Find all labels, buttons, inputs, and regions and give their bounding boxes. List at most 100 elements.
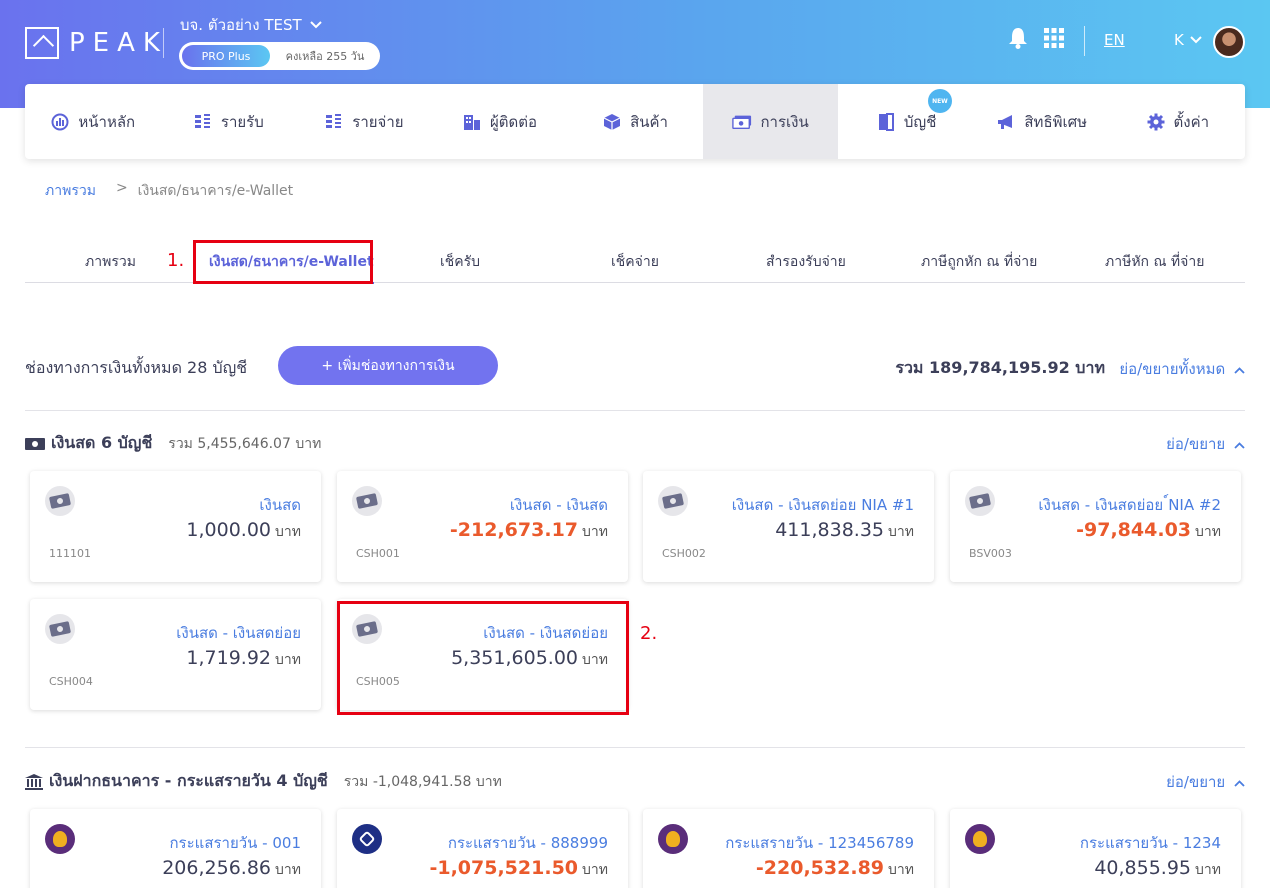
chevron-down-icon (1190, 36, 1202, 44)
income-icon (194, 113, 210, 128)
account-name: กระแสรายวัน - 1234 (1079, 834, 1221, 852)
bell-icon[interactable] (1008, 27, 1028, 49)
account-card[interactable]: เงินสด - เงินสดย่อย 1,719.92 บาท CSH004 (30, 599, 321, 710)
account-card[interactable]: กระแสรายวัน - 1234 40,855.95 บาท (950, 809, 1241, 888)
toggle-label: ย่อ/ขยาย (1166, 773, 1226, 791)
account-code: CSH002 (662, 547, 706, 560)
account-card[interactable]: กระแสรายวัน - 001 206,256.86 บาท (30, 809, 321, 888)
collapse-all-link[interactable]: ย่อ/ขยายทั้งหมด (1119, 357, 1245, 381)
plan-remaining: คงเหลือ 255 วัน (285, 50, 365, 63)
divider (25, 410, 1245, 411)
product-box-icon (603, 113, 621, 130)
nav-label: หน้าหลัก (78, 112, 136, 131)
nav-item-home[interactable]: หน้าหลัก (25, 84, 161, 159)
apps-grid-icon[interactable] (1044, 28, 1064, 48)
account-balance: -212,673.17 บาท (449, 519, 608, 541)
nav-item-settings[interactable]: ตั้งค่า (1110, 84, 1246, 159)
cash-section-toggle[interactable]: ย่อ/ขยาย (1166, 432, 1245, 456)
peak-logo[interactable]: PEAK (25, 27, 168, 59)
accounts-summary: ช่องทางการเงินทั้งหมด 28 บัญชี + เพิ่มช่… (25, 346, 1245, 386)
finance-money-icon (732, 115, 752, 129)
bank-logo-icon (352, 824, 382, 854)
subtab-wht-deducted[interactable]: ภาษีถูกหัก ณ ที่จ่าย (921, 251, 1037, 273)
annotation-highlight-box (337, 601, 629, 715)
nav-item-privileges[interactable]: สิทธิพิเศษ (974, 84, 1110, 159)
language-switch-link[interactable]: EN (1104, 31, 1125, 49)
account-name: เงินสด - เงินสดย่อย (176, 624, 301, 642)
nav-label: ตั้งค่า (1173, 112, 1210, 131)
nav-item-income[interactable]: รายรับ (161, 84, 297, 159)
account-balance: 1,719.92 บาท (186, 647, 301, 669)
chevron-up-icon (1234, 442, 1245, 449)
breadcrumb-root-link[interactable]: ภาพรวม (45, 180, 96, 202)
annotation-step-2: 2. (640, 623, 658, 644)
account-code: BSV003 (969, 547, 1012, 560)
user-menu[interactable]: K (1174, 31, 1202, 49)
bank-logo-icon (45, 824, 75, 854)
nav-label: รายจ่าย (352, 112, 404, 131)
account-balance: 40,855.95 บาท (1094, 857, 1221, 879)
avatar[interactable] (1213, 26, 1245, 58)
add-payment-channel-button[interactable]: + เพิ่มช่องทางการเงิน (278, 346, 498, 385)
collapse-all-label: ย่อ/ขยายทั้งหมด (1119, 360, 1226, 378)
breadcrumb: ภาพรวม > เงินสด/ธนาคาร/e-Wallet (45, 180, 293, 202)
bank-section-toggle[interactable]: ย่อ/ขยาย (1166, 770, 1245, 794)
account-code: CSH001 (356, 547, 400, 560)
nav-item-accounting[interactable]: บัญชี NEW (838, 84, 974, 159)
main-nav: หน้าหลัก รายรับ รายจ่าย ผู้ติดต่อ สินค้า… (25, 84, 1245, 159)
bank-section-title: เงินฝากธนาคาร - กระแสรายวัน 4 บัญชี รวม … (25, 769, 502, 794)
cash-icon (352, 486, 382, 516)
bank-logo-icon (658, 824, 688, 854)
account-name: กระแสรายวัน - 888999 (447, 834, 608, 852)
subtab-overview[interactable]: ภาพรวม (85, 251, 136, 273)
nav-label: รายรับ (220, 112, 264, 131)
bank-section-header: เงินฝากธนาคาร - กระแสรายวัน 4 บัญชี รวม … (25, 769, 1245, 793)
chevron-down-icon (309, 21, 322, 29)
nav-item-contacts[interactable]: ผู้ติดต่อ (432, 84, 568, 159)
company-selector[interactable]: บจ. ตัวอย่าง TEST (180, 13, 322, 37)
cash-icon (658, 486, 688, 516)
nav-item-finance[interactable]: การเงิน (702, 84, 839, 159)
account-name: กระแสรายวัน - 001 (169, 834, 301, 852)
breadcrumb-separator: > (115, 180, 128, 196)
plan-badge: PRO Plus (182, 45, 270, 67)
annotation-step-1: 1. (167, 250, 185, 271)
cash-icon (965, 486, 995, 516)
account-card[interactable]: กระแสรายวัน - 123456789 -220,532.89 บาท (643, 809, 934, 888)
account-card[interactable]: เงินสด - เงินสด -212,673.17 บาท CSH001 (337, 471, 628, 582)
nav-item-expense[interactable]: รายจ่าย (296, 84, 432, 159)
account-balance: 1,000.00 บาท (186, 519, 301, 541)
cash-icon (45, 614, 75, 644)
subtab-petty-cash[interactable]: สำรองรับจ่าย (766, 251, 846, 273)
header-divider (1084, 26, 1085, 56)
divider (25, 747, 1245, 748)
annotation-highlight-box (193, 240, 373, 284)
subtab-wht-paid[interactable]: ภาษีหัก ณ ที่จ่าย (1105, 251, 1204, 273)
subtab-cheque-received[interactable]: เช็ครับ (440, 251, 480, 273)
nav-label: สินค้า (630, 112, 668, 131)
bank-logo-icon (965, 824, 995, 854)
account-card[interactable]: เงินสด - เงินสดย่อย NIA #1 411,838.35 บาท… (643, 471, 934, 582)
subtab-cheque-paid[interactable]: เช็คจ่าย (611, 251, 659, 273)
cash-section-label: เงินสด 6 บัญชี (51, 433, 153, 452)
nav-item-products[interactable]: สินค้า (567, 84, 703, 159)
account-card[interactable]: เงินสด - เงินสดย่อย ์NIA #2 -97,844.03 บา… (950, 471, 1241, 582)
account-balance: 411,838.35 บาท (775, 519, 914, 541)
plan-status-pill[interactable]: PRO Plus คงเหลือ 255 วัน (179, 42, 380, 70)
breadcrumb-current: เงินสด/ธนาคาร/e-Wallet (137, 183, 294, 199)
account-balance: -1,075,521.50 บาท (429, 857, 608, 879)
grand-total: รวม 189,784,195.92 บาท (895, 358, 1105, 377)
account-balance: 206,256.86 บาท (162, 857, 301, 879)
logo-divider (163, 28, 164, 58)
expense-icon (326, 113, 342, 128)
user-initial: K (1174, 31, 1184, 49)
dashboard-icon (51, 113, 69, 130)
nav-label: บัญชี (903, 112, 937, 131)
toggle-label: ย่อ/ขยาย (1166, 435, 1226, 453)
account-card[interactable]: กระแสรายวัน - 888999 -1,075,521.50 บาท (337, 809, 628, 888)
book-icon (878, 112, 894, 131)
cash-section-header: เงินสด 6 บัญชี รวม 5,455,646.07 บาท ย่อ/… (25, 431, 1245, 455)
cash-section-sum: รวม 5,455,646.07 บาท (168, 435, 322, 452)
chevron-up-icon (1234, 367, 1245, 374)
account-card[interactable]: เงินสด 1,000.00 บาท 111101 (30, 471, 321, 582)
